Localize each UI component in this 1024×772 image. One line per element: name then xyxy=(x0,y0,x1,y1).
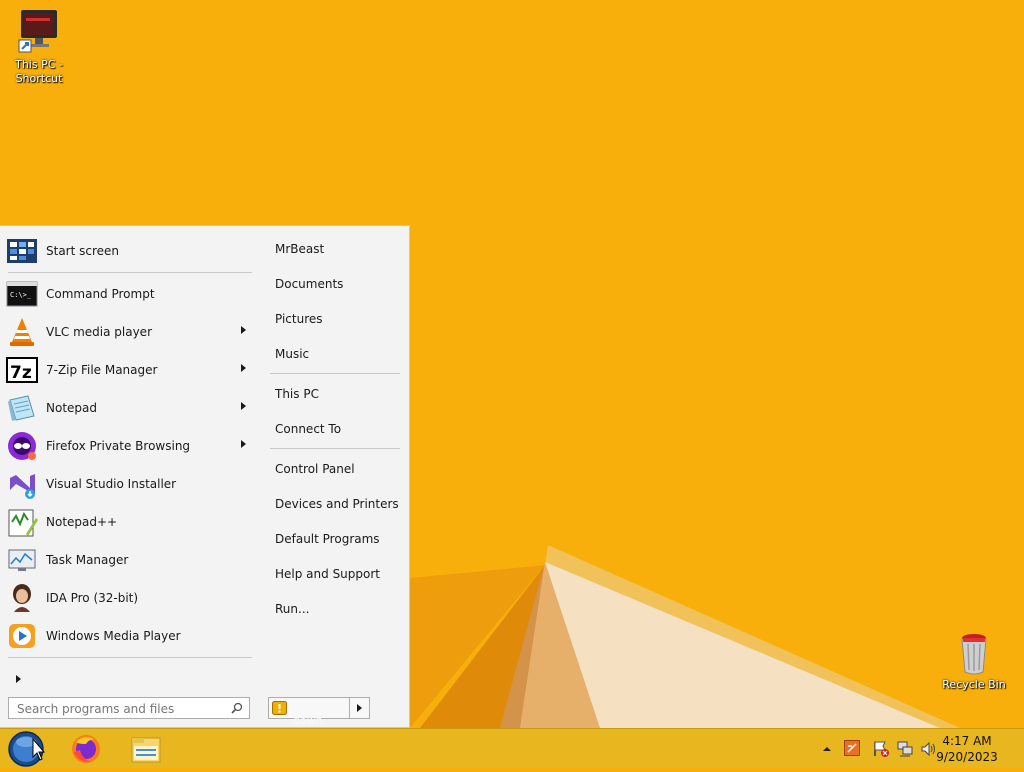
shutdown-options-button[interactable] xyxy=(349,698,370,718)
start-menu-item-label: Notepad++ xyxy=(46,515,118,529)
start-menu-item-command-prompt[interactable]: C:\>_ Command Prompt xyxy=(6,275,254,313)
shutdown-icon xyxy=(272,701,287,715)
start-menu-item-ida-pro[interactable]: IDA Pro (32-bit) xyxy=(6,579,254,617)
visual-studio-installer-icon xyxy=(10,474,35,499)
start-menu-item-task-manager[interactable]: Task Manager xyxy=(6,541,254,579)
command-prompt-icon: C:\>_ xyxy=(6,281,38,307)
taskbar: 4:17 AM 9/20/2023 xyxy=(0,728,1024,768)
start-menu-item-vlc[interactable]: VLC media player xyxy=(6,313,254,351)
clock-date: 9/20/2023 xyxy=(936,750,998,764)
svg-text:C:\>_: C:\>_ xyxy=(10,291,32,299)
desktop-icon-label: This PC - Shortcut xyxy=(15,58,63,85)
taskbar-clock[interactable]: 4:17 AM 9/20/2023 xyxy=(932,733,1002,765)
task-manager-icon xyxy=(8,549,36,571)
places-item-pictures[interactable]: Pictures xyxy=(268,302,404,337)
notepad-plus-plus-icon xyxy=(8,509,38,537)
shutdown-button[interactable]: Shut down xyxy=(269,698,349,727)
start-button[interactable] xyxy=(4,730,48,768)
recycle-bin-icon xyxy=(961,634,987,675)
firefox-icon xyxy=(72,735,100,763)
chevron-right-icon xyxy=(357,704,362,712)
start-screen-icon xyxy=(7,239,37,263)
places-item-user[interactable]: MrBeast xyxy=(268,232,404,267)
start-menu-item-firefox-private[interactable]: Firefox Private Browsing xyxy=(6,427,254,465)
search-icon[interactable] xyxy=(231,702,243,714)
expand-arrow-icon xyxy=(16,675,21,683)
submenu-arrow-icon xyxy=(241,364,246,372)
start-menu-item-label: Firefox Private Browsing xyxy=(46,439,191,453)
start-menu-item-notepad-plus-plus[interactable]: Notepad++ xyxy=(6,503,254,541)
start-menu-item-label: VLC media player xyxy=(46,325,153,339)
search-input[interactable] xyxy=(15,699,229,719)
desktop-icon-recycle-bin[interactable]: Recycle Bin xyxy=(938,630,1010,692)
clock-time: 4:17 AM xyxy=(942,734,992,748)
separator xyxy=(270,373,400,374)
places-item-music[interactable]: Music xyxy=(268,337,404,372)
start-menu-programs: Start screen C:\>_ Command Prompt VLC me… xyxy=(6,232,254,698)
desktop-icon-label: Recycle Bin xyxy=(942,678,1006,691)
vlc-icon xyxy=(10,318,34,346)
ida-pro-icon xyxy=(13,584,31,612)
submenu-arrow-icon xyxy=(241,326,246,334)
taskbar-file-explorer-button[interactable] xyxy=(124,730,168,768)
shutdown-control: Shut down xyxy=(268,697,370,727)
shutdown-label: Shut down xyxy=(293,701,323,727)
start-menu-item-7zip[interactable]: 7z 7-Zip File Manager xyxy=(6,351,254,389)
notepad-icon xyxy=(8,395,35,421)
separator xyxy=(8,657,252,658)
start-menu-item-notepad[interactable]: Notepad xyxy=(6,389,254,427)
places-item-help-support[interactable]: Help and Support xyxy=(268,557,404,592)
start-menu-item-label: Task Manager xyxy=(46,553,129,567)
submenu-arrow-icon xyxy=(241,440,246,448)
monitor-icon xyxy=(18,10,57,53)
taskbar-firefox-button[interactable] xyxy=(64,730,108,768)
all-programs-label: All Programs xyxy=(42,672,118,686)
places-item-default-programs[interactable]: Default Programs xyxy=(268,522,404,557)
separator xyxy=(270,448,400,449)
start-menu-item-label: Visual Studio Installer xyxy=(46,477,177,491)
action-center-flag-icon[interactable] xyxy=(872,740,890,758)
places-item-run[interactable]: Run... xyxy=(268,592,404,627)
app-tray-icon[interactable] xyxy=(844,740,860,756)
places-item-connect-to[interactable]: Connect To xyxy=(268,412,404,447)
start-menu: Start screen C:\>_ Command Prompt VLC me… xyxy=(0,225,410,728)
start-menu-places: MrBeast Documents Pictures Music This PC… xyxy=(268,232,404,627)
places-item-documents[interactable]: Documents xyxy=(268,267,404,302)
desktop-icon-this-pc[interactable]: This PC - Shortcut xyxy=(3,6,75,86)
start-menu-item-label: 7-Zip File Manager xyxy=(46,363,158,377)
start-menu-item-windows-media-player[interactable]: Windows Media Player xyxy=(6,617,254,655)
system-tray xyxy=(818,729,948,769)
show-hidden-icons-chevron[interactable] xyxy=(822,745,832,753)
start-menu-item-label: Windows Media Player xyxy=(46,629,181,643)
windows-media-player-icon xyxy=(9,624,35,648)
places-item-devices-printers[interactable]: Devices and Printers xyxy=(268,487,404,522)
separator xyxy=(8,272,252,273)
places-item-control-panel[interactable]: Control Panel xyxy=(268,452,404,487)
svg-text:7z: 7z xyxy=(10,363,32,383)
start-menu-item-label: Start screen xyxy=(46,244,120,258)
firefox-private-icon xyxy=(8,432,36,460)
start-orb-icon xyxy=(8,731,46,767)
7zip-icon: 7z xyxy=(6,357,38,383)
start-menu-item-start-screen[interactable]: Start screen xyxy=(6,232,254,270)
start-menu-item-label: Notepad xyxy=(46,401,97,415)
file-explorer-icon xyxy=(131,737,161,763)
start-menu-item-visual-studio-installer[interactable]: Visual Studio Installer xyxy=(6,465,254,503)
search-box[interactable] xyxy=(8,697,250,719)
submenu-arrow-icon xyxy=(241,402,246,410)
network-icon[interactable] xyxy=(896,740,914,758)
start-menu-item-label: IDA Pro (32-bit) xyxy=(46,591,139,605)
places-item-this-pc[interactable]: This PC xyxy=(268,377,404,412)
all-programs-button[interactable]: All Programs xyxy=(6,660,254,698)
start-menu-item-label: Command Prompt xyxy=(46,287,155,301)
